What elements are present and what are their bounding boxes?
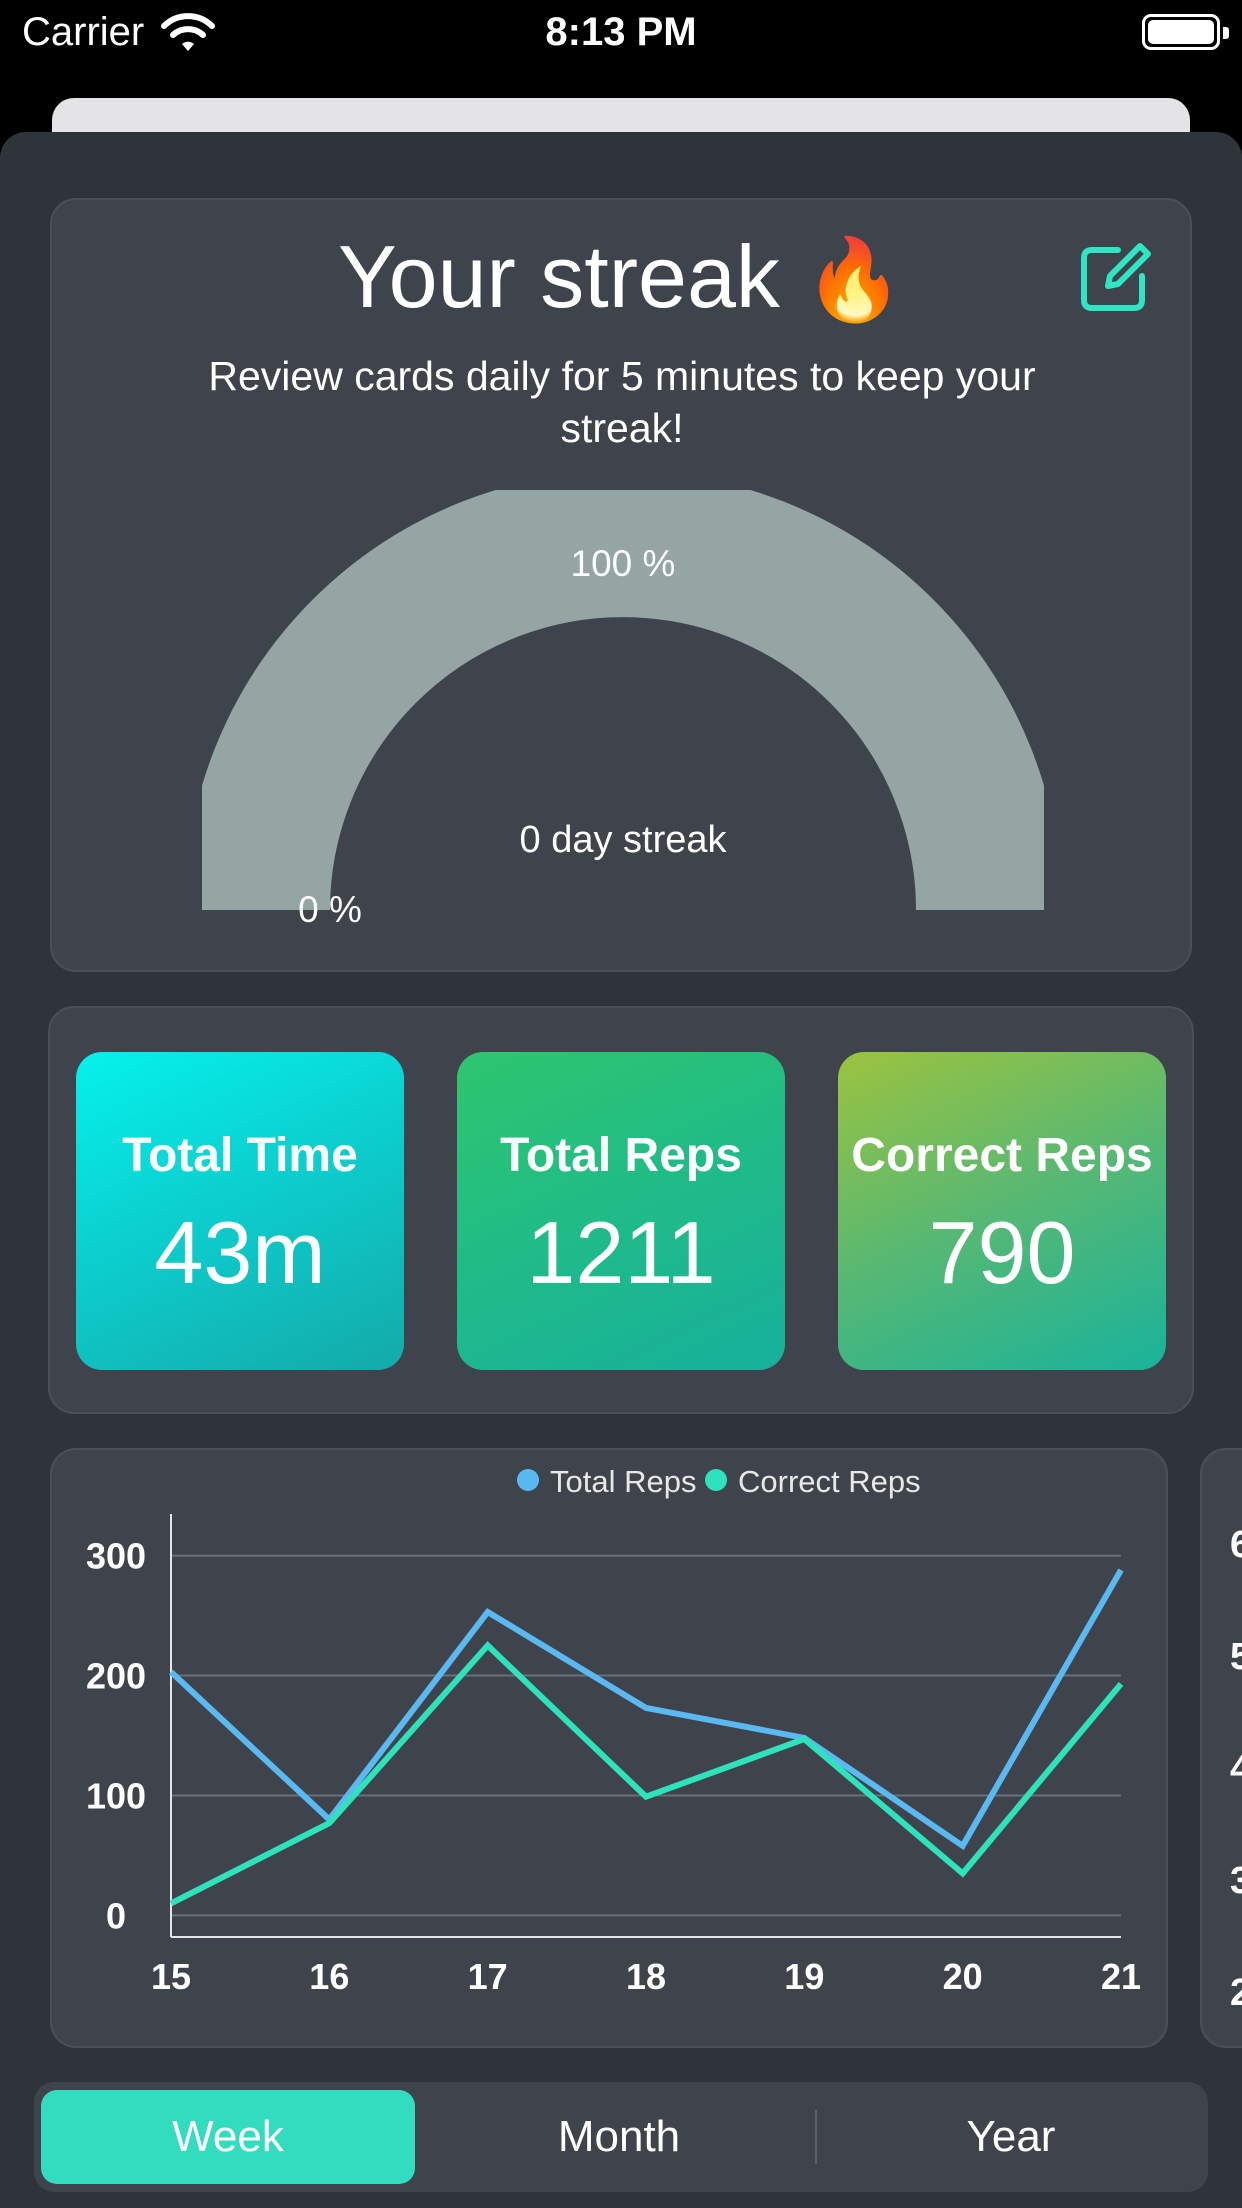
status-time: 8:13 PM — [545, 10, 697, 54]
total-time-tile: Total Time 43m — [76, 1052, 404, 1370]
x-tick-label: 17 — [468, 1956, 508, 1997]
correct-reps-value: 790 — [928, 1203, 1076, 1302]
legend-marker — [517, 1469, 539, 1491]
streak-card: Your streak 🔥 Review cards daily for 5 m… — [50, 198, 1192, 972]
fire-icon: 🔥 — [804, 235, 904, 324]
peek-tick-label: 2 — [1230, 1972, 1242, 2014]
peek-tick-label: 6 — [1230, 1524, 1242, 1566]
streak-title-text: Your streak — [338, 227, 780, 326]
x-tick-label: 21 — [1101, 1956, 1141, 1997]
edit-icon[interactable] — [1078, 240, 1152, 314]
gauge-min-label: 0 % — [298, 889, 362, 930]
series-line-total-reps — [168, 1568, 1124, 1851]
total-reps-label: Total Reps — [500, 1129, 742, 1182]
x-tick-label: 16 — [309, 1956, 349, 1997]
gauge-center-label: 0 day streak — [520, 819, 728, 861]
reps-chart-card[interactable]: 0 100 200 300 15 16 17 18 19 20 21 Total Reps Correc… — [50, 1448, 1168, 2048]
tab-month[interactable]: Month — [424, 2090, 814, 2184]
series-line-correct-reps — [169, 1641, 1124, 1907]
segment-divider — [815, 2110, 817, 2164]
x-tick-label: 18 — [626, 1956, 666, 1997]
x-tick-label: 19 — [784, 1956, 824, 1997]
streak-title: Your streak 🔥 — [52, 226, 1190, 328]
total-time-value: 43m — [154, 1203, 326, 1302]
y-tick-label: 100 — [86, 1775, 146, 1816]
next-chart-card[interactable]: 6 5 4 3 2 — [1200, 1448, 1242, 2048]
total-reps-tile: Total Reps 1211 — [457, 1052, 785, 1370]
stats-summary-card: Total Time 43m Total Reps 1211 Correct R… — [48, 1006, 1194, 1414]
peek-tick-label: 5 — [1230, 1636, 1242, 1678]
y-tick-label: 200 — [86, 1656, 146, 1697]
correct-reps-label: Correct Reps — [851, 1129, 1153, 1182]
x-tick-label: 20 — [943, 1956, 983, 1997]
y-tick-label: 300 — [86, 1536, 146, 1577]
correct-reps-tile: Correct Reps 790 — [838, 1052, 1166, 1370]
streak-description: Review cards daily for 5 minutes to keep… — [208, 353, 1036, 451]
peek-tick-label: 4 — [1230, 1748, 1242, 1790]
legend-label: Total Reps — [550, 1464, 696, 1499]
period-segmented-control: Week Month Year — [34, 2082, 1208, 2192]
total-reps-value: 1211 — [526, 1203, 716, 1302]
legend-marker — [705, 1469, 727, 1491]
gauge-max-label: 100 % — [571, 543, 676, 584]
total-time-label: Total Time — [122, 1129, 358, 1182]
status-bar: Carrier 8:13 PM — [0, 0, 1242, 68]
tab-year[interactable]: Year — [818, 2090, 1204, 2184]
tab-week[interactable]: Week — [41, 2090, 415, 2184]
y-tick-label: 0 — [106, 1895, 126, 1936]
legend-label: Correct Reps — [738, 1464, 921, 1499]
streak-gauge: 100 % 0 day streak 0 % — [202, 490, 1044, 930]
reps-line-chart: 0 100 200 300 15 16 17 18 19 20 21 Total Reps Correc… — [86, 1464, 1141, 1997]
x-tick-label: 15 — [151, 1956, 191, 1997]
battery-icon — [1142, 14, 1229, 50]
peek-tick-label: 3 — [1230, 1860, 1242, 1902]
